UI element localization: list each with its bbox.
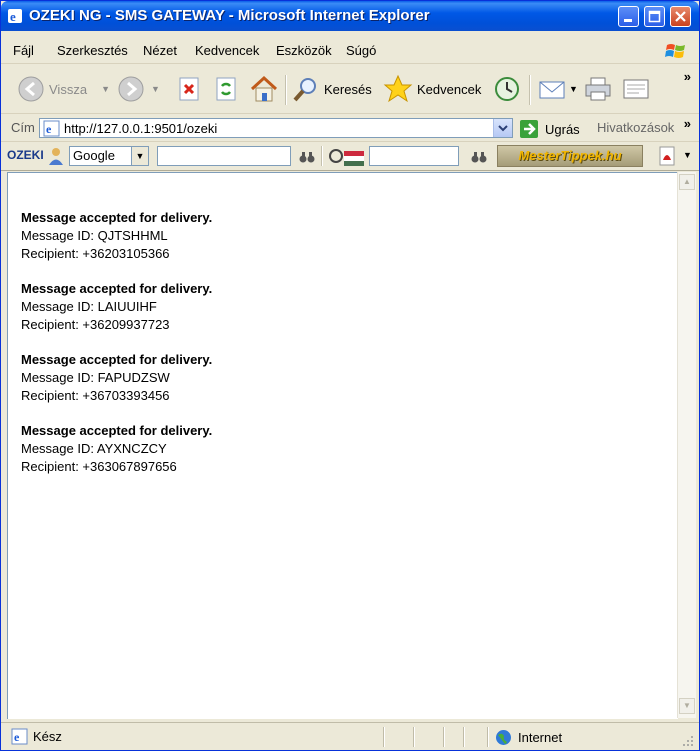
chevron-down-icon: [498, 125, 508, 132]
message-heading: Message accepted for delivery.: [21, 352, 213, 367]
svg-text:e: e: [14, 730, 20, 744]
browser-window: e OZEKI NG - SMS GATEWAY - Microsoft Int…: [0, 0, 700, 751]
address-label: Cím: [11, 120, 35, 135]
printer-icon: [585, 77, 611, 101]
binoculars-icon[interactable]: [299, 150, 315, 164]
home-button[interactable]: [249, 73, 279, 105]
message-recipient: Recipient: +363067897656: [21, 459, 177, 474]
back-dropdown-icon[interactable]: ▼: [101, 84, 110, 94]
page-status-icon: e: [11, 728, 28, 745]
message-id: Message ID: LAIUUIHF: [21, 299, 157, 314]
pdf-icon[interactable]: [657, 146, 677, 166]
page-icon: e: [43, 120, 60, 137]
globe-icon: [496, 730, 511, 745]
go-arrow-icon: [520, 120, 538, 138]
security-zone: Internet: [495, 729, 562, 746]
window-title: OZEKI NG - SMS GATEWAY - Microsoft Inter…: [29, 7, 430, 24]
message-heading: Message accepted for delivery.: [21, 423, 213, 438]
menu-view[interactable]: Nézet: [143, 43, 177, 58]
person-icon: [49, 148, 63, 165]
message-block: Message accepted for delivery. Message I…: [21, 209, 212, 263]
windows-logo-icon: [665, 44, 685, 58]
links-more-icon[interactable]: »: [684, 116, 691, 131]
back-arrow-icon: [18, 76, 44, 102]
scroll-down-button[interactable]: ▼: [679, 698, 695, 714]
star-icon: [383, 74, 413, 103]
forward-button[interactable]: ▼: [117, 73, 160, 105]
title-bar[interactable]: e OZEKI NG - SMS GATEWAY - Microsoft Int…: [1, 1, 699, 31]
edit-button[interactable]: [621, 73, 651, 105]
vertical-scrollbar[interactable]: ▲ ▼: [677, 172, 696, 718]
standard-toolbar: Vissza ▼ ▼ Keresés Kedvencek ▼ »: [1, 65, 699, 114]
print-button[interactable]: [583, 73, 613, 105]
minimize-icon: [624, 19, 632, 22]
message-block: Message accepted for delivery. Message I…: [21, 351, 212, 405]
status-bar: e Kész Internet: [1, 722, 699, 750]
toolbar-translate-input[interactable]: [369, 146, 459, 166]
links-button[interactable]: Hivatkozások: [597, 120, 674, 135]
chevron-down-icon: ▼: [131, 147, 148, 165]
close-icon: [675, 11, 686, 22]
message-id: Message ID: FAPUDZSW: [21, 370, 170, 385]
scroll-up-button[interactable]: ▲: [679, 174, 695, 190]
message-recipient: Recipient: +36203105366: [21, 246, 170, 261]
forward-dropdown-icon[interactable]: ▼: [151, 84, 160, 94]
resize-grip-icon[interactable]: [681, 734, 695, 748]
search-engine-select[interactable]: Google ▼: [69, 146, 149, 166]
translate-flag-icon[interactable]: [328, 147, 366, 167]
page-content: Message accepted for delivery. Message I…: [7, 172, 678, 719]
message-recipient: Recipient: +36209937723: [21, 317, 170, 332]
favorites-button[interactable]: Kedvencek: [383, 73, 481, 105]
ozeki-logo: OZEKI: [7, 148, 44, 162]
search-icon: [293, 78, 316, 102]
menu-file[interactable]: Fájl: [13, 43, 34, 58]
menu-bar: Fájl Szerkesztés Nézet Kedvencek Eszközö…: [1, 39, 699, 64]
mail-dropdown-icon[interactable]: ▼: [569, 84, 578, 94]
refresh-icon: [216, 77, 236, 101]
binoculars-icon[interactable]: [471, 150, 487, 164]
go-button[interactable]: Ugrás: [519, 119, 580, 139]
mail-icon: [539, 81, 565, 99]
refresh-button[interactable]: [213, 73, 239, 105]
history-icon: [495, 77, 519, 101]
address-url: http://127.0.0.1:9501/ozeki: [64, 121, 218, 136]
stop-button[interactable]: [176, 73, 202, 105]
back-button[interactable]: Vissza ▼: [17, 73, 110, 105]
forward-arrow-icon: [118, 76, 144, 102]
ie-icon: e: [8, 9, 22, 24]
address-dropdown[interactable]: [493, 119, 512, 137]
message-block: Message accepted for delivery. Message I…: [21, 280, 212, 334]
search-button[interactable]: Keresés: [292, 73, 372, 105]
address-input[interactable]: e http://127.0.0.1:9501/ozeki: [39, 118, 513, 138]
message-id: Message ID: AYXNCZCY: [21, 441, 167, 456]
mestertippek-banner[interactable]: MesterTippek.hu: [497, 145, 643, 167]
address-bar: Cím e http://127.0.0.1:9501/ozeki Ugrás …: [1, 115, 699, 142]
menu-favorites[interactable]: Kedvencek: [195, 43, 259, 58]
svg-text:e: e: [46, 122, 52, 136]
history-button[interactable]: [493, 73, 521, 105]
stop-icon: [179, 77, 199, 101]
message-id: Message ID: QJTSHHML: [21, 228, 168, 243]
edit-page-icon: [623, 79, 649, 99]
message-recipient: Recipient: +36703393456: [21, 388, 170, 403]
svg-text:e: e: [10, 9, 16, 24]
menu-edit[interactable]: Szerkesztés: [57, 43, 128, 58]
status-text: Kész: [33, 729, 62, 744]
maximize-icon: [648, 10, 661, 23]
message-heading: Message accepted for delivery.: [21, 210, 213, 225]
maximize-button[interactable]: [644, 6, 665, 27]
home-icon: [250, 75, 278, 102]
mail-button[interactable]: ▼: [537, 73, 578, 105]
google-toolbar: OZEKI Google ▼ MesterTippek.hu ▼: [1, 142, 699, 171]
toolbar-search-input[interactable]: [157, 146, 291, 166]
minimize-button[interactable]: [618, 6, 639, 27]
toolbar-more-icon[interactable]: »: [684, 69, 691, 84]
pdf-dropdown-icon[interactable]: ▼: [683, 150, 692, 160]
message-block: Message accepted for delivery. Message I…: [21, 422, 212, 476]
close-button[interactable]: [670, 6, 691, 27]
menu-tools[interactable]: Eszközök: [276, 43, 332, 58]
message-heading: Message accepted for delivery.: [21, 281, 213, 296]
menu-help[interactable]: Súgó: [346, 43, 376, 58]
